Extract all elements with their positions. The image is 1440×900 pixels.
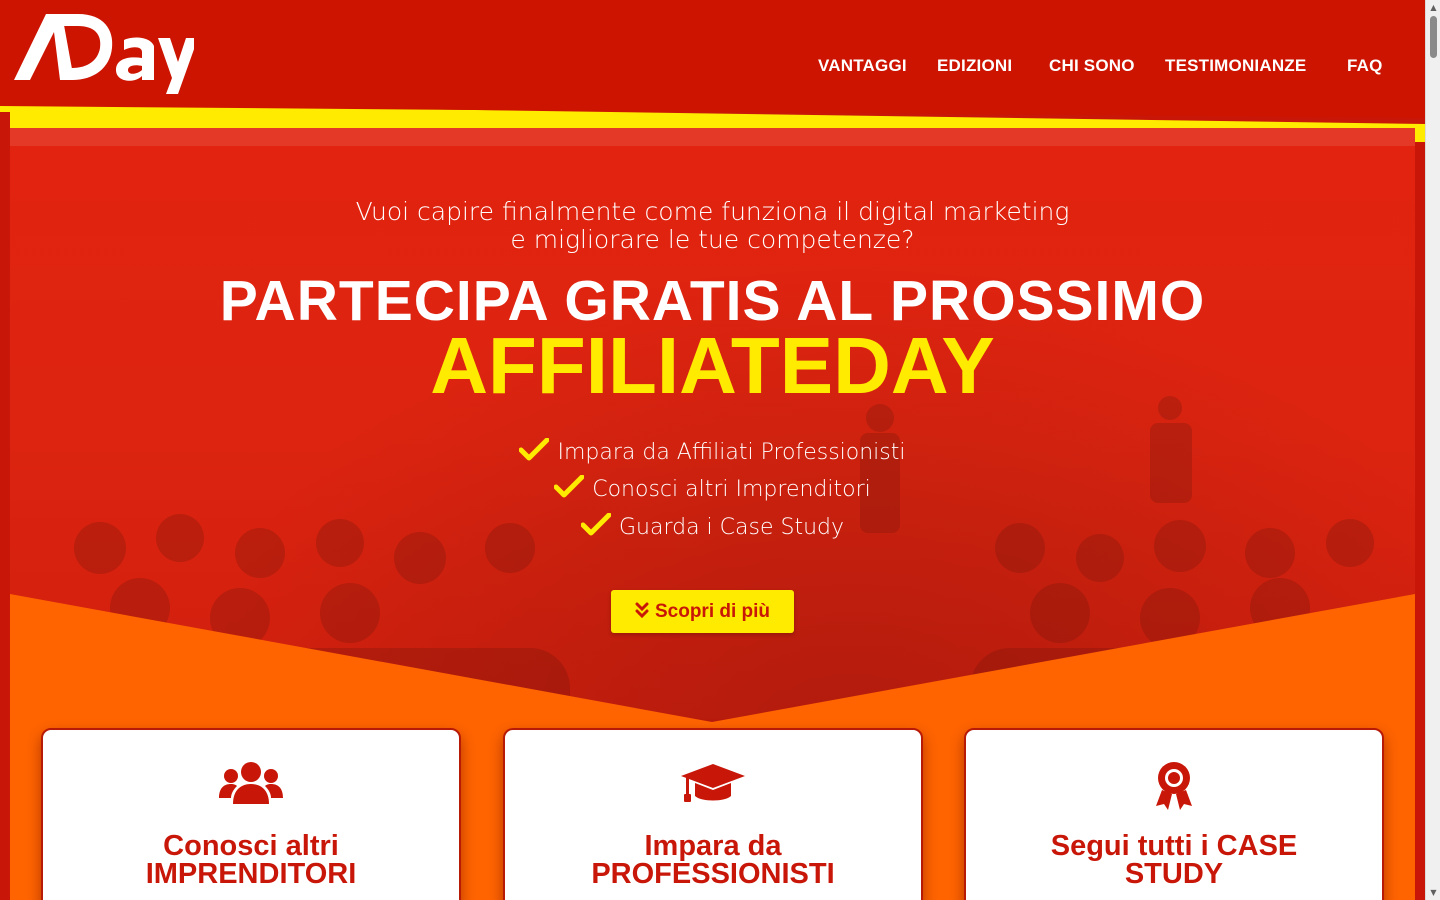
nav-vantaggi[interactable]: VANTAGGI bbox=[818, 56, 907, 76]
scroll-up-arrow-icon[interactable]: ▲ bbox=[1426, 0, 1440, 15]
page-scrollbar[interactable]: ▲ ▼ bbox=[1425, 0, 1440, 900]
nav-edizioni[interactable]: EDIZIONI bbox=[937, 56, 1012, 76]
hero-headline-highlight: AFFILIATEDAY bbox=[430, 321, 995, 410]
bullet-item: Guarda i Case Study bbox=[0, 513, 1425, 542]
card-title-line-2: IMPRENDITORI bbox=[145, 858, 357, 890]
card-title: Conosci altri IMPRENDITORI bbox=[43, 830, 459, 890]
scroll-down-arrow-icon[interactable]: ▼ bbox=[1426, 885, 1440, 900]
nav-chi-sono[interactable]: CHI SONO bbox=[1049, 56, 1135, 76]
award-icon bbox=[1156, 762, 1192, 810]
card-title-line-2: STUDY bbox=[1124, 858, 1224, 890]
feature-card-professionisti[interactable]: Impara da PROFESSIONISTI bbox=[503, 728, 923, 900]
check-icon bbox=[580, 513, 611, 536]
card-title-line-1: Impara da bbox=[644, 830, 782, 862]
card-title-line-1: Segui tutti i CASE bbox=[1050, 830, 1298, 862]
feature-card-imprenditori[interactable]: Conosci altri IMPRENDITORI bbox=[41, 728, 461, 900]
main-nav: VANTAGGI EDIZIONI CHI SONO TESTIMONIANZE… bbox=[0, 56, 1425, 78]
card-title-line-1: Conosci altri bbox=[163, 830, 339, 862]
cta-label: Scopri di più bbox=[654, 601, 771, 622]
bullet-item: Impara da Affiliati Professionisti bbox=[0, 438, 1425, 467]
bullet-text: Conosci altri Imprenditori bbox=[592, 477, 871, 502]
check-icon bbox=[519, 438, 550, 461]
site-header: VANTAGGI EDIZIONI CHI SONO TESTIMONIANZE… bbox=[0, 0, 1425, 112]
nav-testimonianze[interactable]: TESTIMONIANZE bbox=[1165, 56, 1306, 76]
users-icon bbox=[219, 762, 283, 804]
bullet-item: Conosci altri Imprenditori bbox=[0, 475, 1425, 504]
subtitle-line-1: Vuoi capire finalmente come funziona il … bbox=[355, 197, 1070, 226]
card-title-line-2: PROFESSIONISTI bbox=[591, 858, 835, 890]
check-icon bbox=[554, 475, 585, 498]
nav-faq[interactable]: FAQ bbox=[1347, 56, 1383, 76]
feature-card-case-study[interactable]: Segui tutti i CASE STUDY bbox=[964, 728, 1384, 900]
scroll-thumb[interactable] bbox=[1430, 16, 1437, 58]
card-title: Segui tutti i CASE STUDY bbox=[966, 830, 1382, 890]
card-title: Impara da PROFESSIONISTI bbox=[505, 830, 921, 890]
graduation-cap-icon bbox=[681, 764, 745, 802]
hero-subtitle: Vuoi capire finalmente come funziona il … bbox=[0, 198, 1425, 254]
bullet-text: Impara da Affiliati Professionisti bbox=[557, 440, 906, 465]
aday-logo[interactable] bbox=[12, 10, 194, 96]
subtitle-line-2: e migliorare le tue competenze? bbox=[510, 225, 915, 254]
scopri-di-piu-button[interactable]: Scopri di più bbox=[611, 590, 794, 633]
double-chevron-down-icon bbox=[635, 602, 649, 618]
bullet-text: Guarda i Case Study bbox=[618, 515, 845, 540]
hero-content: Vuoi capire finalmente come funziona il … bbox=[0, 128, 1425, 728]
